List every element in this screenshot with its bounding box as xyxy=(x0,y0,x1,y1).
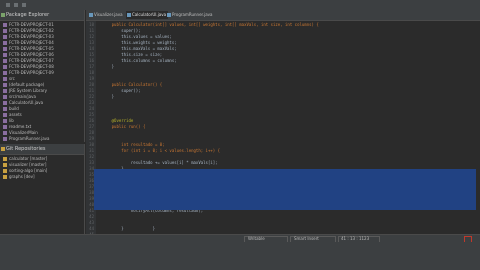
git-icon xyxy=(1,147,5,151)
project-icon xyxy=(3,107,7,111)
repo-item-label: graphs [dev] xyxy=(9,174,35,179)
tree-item[interactable]: ProgramRunner.java xyxy=(0,136,84,142)
editor-tab-label: ProgramRunner.java xyxy=(172,12,213,17)
project-icon xyxy=(3,83,7,87)
project-icon xyxy=(3,131,7,135)
git-repositories-title: Git Repositories xyxy=(6,146,46,152)
project-icon xyxy=(3,101,7,105)
toolbar-icon[interactable] xyxy=(22,3,26,7)
package-tree: FCTR-DEV/PROJECT-01 FCTR-DEV/PROJECT-02 FC… xyxy=(0,22,84,142)
project-icon xyxy=(3,29,7,33)
tree-item-label: ProgramRunner.java xyxy=(9,136,50,141)
project-icon xyxy=(3,89,7,93)
java-file-icon xyxy=(89,13,93,17)
editor-tab-label: Visualizer.java xyxy=(94,12,123,17)
text-selection xyxy=(94,169,476,210)
git-repositories-panel: Git Repositories calculator [master] visu… xyxy=(0,144,85,242)
java-file-icon xyxy=(127,13,131,17)
editor-tab[interactable]: CalculatorUI.java xyxy=(126,11,168,19)
editor-tab[interactable]: ProgramRunner.java xyxy=(166,11,212,19)
toolbar xyxy=(0,0,480,10)
project-icon xyxy=(3,125,7,129)
package-icon xyxy=(1,13,5,17)
project-icon xyxy=(3,119,7,123)
editor-tab-label: CalculatorUI.java xyxy=(132,12,167,17)
package-explorer-panel: Package Explorer FCTR-DEV/PROJECT-01 FCTR… xyxy=(0,10,85,142)
project-icon xyxy=(3,71,7,75)
project-icon xyxy=(3,95,7,99)
repo-item[interactable]: graphs [dev] xyxy=(0,174,84,180)
project-icon xyxy=(3,77,7,81)
git-repositories-header[interactable]: Git Repositories xyxy=(0,144,84,155)
toolbar-icon[interactable] xyxy=(14,3,18,7)
project-icon xyxy=(3,65,7,69)
project-icon xyxy=(3,47,7,51)
project-icon xyxy=(3,41,7,45)
project-icon xyxy=(3,53,7,57)
project-icon xyxy=(3,113,7,117)
code-area[interactable]: 10 public Calculator(int[] values, int[]… xyxy=(89,22,478,262)
repository-icon xyxy=(3,157,7,161)
repository-icon xyxy=(3,169,7,173)
project-icon xyxy=(3,35,7,39)
editor-tab[interactable]: Visualizer.java xyxy=(88,11,130,19)
eclipse-window: Package Explorer FCTR-DEV/PROJECT-01 FCTR… xyxy=(0,0,480,270)
package-explorer-header[interactable]: Package Explorer xyxy=(0,10,84,21)
package-explorer-title: Package Explorer xyxy=(6,12,50,18)
repository-icon xyxy=(3,163,7,167)
project-icon xyxy=(3,59,7,63)
repository-icon xyxy=(3,175,7,179)
git-tree: calculator [master] visualizer [master] so… xyxy=(0,156,84,180)
toolbar-icon[interactable] xyxy=(6,3,10,7)
project-icon xyxy=(3,23,7,27)
editor-tabs: Visualizer.java CalculatorUI.java ProgramR… xyxy=(86,10,480,21)
java-file-icon xyxy=(167,13,171,17)
bottom-border xyxy=(0,242,480,270)
project-icon xyxy=(3,137,7,141)
